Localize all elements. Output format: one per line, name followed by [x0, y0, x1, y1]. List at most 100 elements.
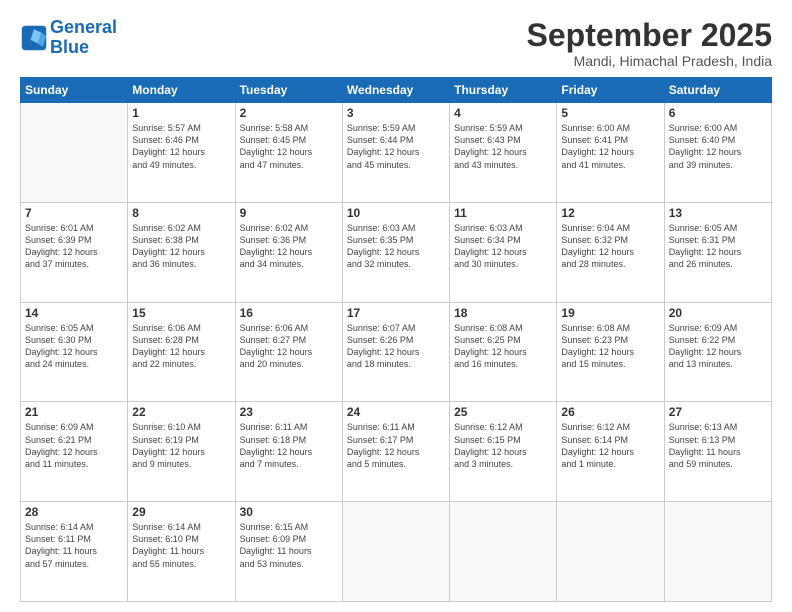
day-info: Sunrise: 6:07 AM Sunset: 6:26 PM Dayligh… [347, 322, 445, 371]
day-cell: 23 Sunrise: 6:11 AM Sunset: 6:18 PM Dayli… [235, 402, 342, 502]
day-info: Sunrise: 6:08 AM Sunset: 6:25 PM Dayligh… [454, 322, 552, 371]
day-cell: 8 Sunrise: 6:02 AM Sunset: 6:38 PM Daylig… [128, 202, 235, 302]
weekday-header-tuesday: Tuesday [235, 78, 342, 103]
day-info: Sunrise: 6:09 AM Sunset: 6:22 PM Dayligh… [669, 322, 767, 371]
day-number: 10 [347, 206, 445, 220]
logo-text: General Blue [50, 18, 117, 58]
day-info: Sunrise: 6:00 AM Sunset: 6:41 PM Dayligh… [561, 122, 659, 171]
day-number: 28 [25, 505, 123, 519]
header: General Blue September 2025 Mandi, Himac… [20, 18, 772, 69]
title-block: September 2025 Mandi, Himachal Pradesh, … [527, 18, 772, 69]
day-cell [557, 502, 664, 602]
day-number: 27 [669, 405, 767, 419]
day-info: Sunrise: 6:02 AM Sunset: 6:38 PM Dayligh… [132, 222, 230, 271]
day-cell: 17 Sunrise: 6:07 AM Sunset: 6:26 PM Dayli… [342, 302, 449, 402]
day-number: 26 [561, 405, 659, 419]
day-number: 12 [561, 206, 659, 220]
day-number: 25 [454, 405, 552, 419]
day-info: Sunrise: 5:59 AM Sunset: 6:44 PM Dayligh… [347, 122, 445, 171]
day-cell: 29 Sunrise: 6:14 AM Sunset: 6:10 PM Dayli… [128, 502, 235, 602]
day-number: 3 [347, 106, 445, 120]
day-info: Sunrise: 6:14 AM Sunset: 6:11 PM Dayligh… [25, 521, 123, 570]
day-cell [450, 502, 557, 602]
day-number: 5 [561, 106, 659, 120]
day-cell: 10 Sunrise: 6:03 AM Sunset: 6:35 PM Dayli… [342, 202, 449, 302]
day-info: Sunrise: 6:03 AM Sunset: 6:35 PM Dayligh… [347, 222, 445, 271]
day-number: 21 [25, 405, 123, 419]
day-cell: 27 Sunrise: 6:13 AM Sunset: 6:13 PM Dayli… [664, 402, 771, 502]
day-info: Sunrise: 6:11 AM Sunset: 6:17 PM Dayligh… [347, 421, 445, 470]
day-cell: 19Sunrise: 6:08 AM Sunset: 6:23 PM Dayli… [557, 302, 664, 402]
day-info: Sunrise: 6:03 AM Sunset: 6:34 PM Dayligh… [454, 222, 552, 271]
day-info: Sunrise: 6:09 AM Sunset: 6:21 PM Dayligh… [25, 421, 123, 470]
day-cell: 28 Sunrise: 6:14 AM Sunset: 6:11 PM Dayli… [21, 502, 128, 602]
day-number: 22 [132, 405, 230, 419]
week-row-1: 1 Sunrise: 5:57 AM Sunset: 6:46 PM Daylig… [21, 103, 772, 203]
day-number: 23 [240, 405, 338, 419]
day-cell: 2 Sunrise: 5:58 AM Sunset: 6:45 PM Daylig… [235, 103, 342, 203]
day-number: 17 [347, 306, 445, 320]
day-cell: 3 Sunrise: 5:59 AM Sunset: 6:44 PM Daylig… [342, 103, 449, 203]
day-info: Sunrise: 5:57 AM Sunset: 6:46 PM Dayligh… [132, 122, 230, 171]
day-info: Sunrise: 6:14 AM Sunset: 6:10 PM Dayligh… [132, 521, 230, 570]
weekday-header-monday: Monday [128, 78, 235, 103]
day-cell: 5 Sunrise: 6:00 AM Sunset: 6:41 PM Daylig… [557, 103, 664, 203]
day-number: 20 [669, 306, 767, 320]
day-cell [21, 103, 128, 203]
day-info: Sunrise: 6:12 AM Sunset: 6:14 PM Dayligh… [561, 421, 659, 470]
week-row-4: 21 Sunrise: 6:09 AM Sunset: 6:21 PM Dayli… [21, 402, 772, 502]
day-info: Sunrise: 6:00 AM Sunset: 6:40 PM Dayligh… [669, 122, 767, 171]
day-number: 14 [25, 306, 123, 320]
weekday-header-friday: Friday [557, 78, 664, 103]
weekday-header-saturday: Saturday [664, 78, 771, 103]
day-cell: 24 Sunrise: 6:11 AM Sunset: 6:17 PM Dayli… [342, 402, 449, 502]
day-number: 4 [454, 106, 552, 120]
day-number: 1 [132, 106, 230, 120]
day-number: 8 [132, 206, 230, 220]
day-info: Sunrise: 5:58 AM Sunset: 6:45 PM Dayligh… [240, 122, 338, 171]
day-info: Sunrise: 6:12 AM Sunset: 6:15 PM Dayligh… [454, 421, 552, 470]
day-info: Sunrise: 6:01 AM Sunset: 6:39 PM Dayligh… [25, 222, 123, 271]
day-cell: 30Sunrise: 6:15 AM Sunset: 6:09 PM Dayli… [235, 502, 342, 602]
day-cell: 18Sunrise: 6:08 AM Sunset: 6:25 PM Dayli… [450, 302, 557, 402]
day-cell: 20 Sunrise: 6:09 AM Sunset: 6:22 PM Dayli… [664, 302, 771, 402]
day-number: 11 [454, 206, 552, 220]
day-cell: 15 Sunrise: 6:06 AM Sunset: 6:28 PM Dayli… [128, 302, 235, 402]
day-cell: 1 Sunrise: 5:57 AM Sunset: 6:46 PM Daylig… [128, 103, 235, 203]
weekday-header-sunday: Sunday [21, 78, 128, 103]
day-info: Sunrise: 6:02 AM Sunset: 6:36 PM Dayligh… [240, 222, 338, 271]
day-number: 24 [347, 405, 445, 419]
day-cell: 14 Sunrise: 6:05 AM Sunset: 6:30 PM Dayli… [21, 302, 128, 402]
day-cell: 16 Sunrise: 6:06 AM Sunset: 6:27 PM Dayli… [235, 302, 342, 402]
day-number: 13 [669, 206, 767, 220]
calendar: SundayMondayTuesdayWednesdayThursdayFrid… [20, 77, 772, 602]
day-cell: 22 Sunrise: 6:10 AM Sunset: 6:19 PM Dayli… [128, 402, 235, 502]
logo-icon [20, 24, 48, 52]
day-cell: 7 Sunrise: 6:01 AM Sunset: 6:39 PM Daylig… [21, 202, 128, 302]
day-cell: 9 Sunrise: 6:02 AM Sunset: 6:36 PM Daylig… [235, 202, 342, 302]
month-title: September 2025 [527, 18, 772, 53]
day-cell: 11 Sunrise: 6:03 AM Sunset: 6:34 PM Dayli… [450, 202, 557, 302]
day-cell: 6Sunrise: 6:00 AM Sunset: 6:40 PM Daylig… [664, 103, 771, 203]
week-row-5: 28 Sunrise: 6:14 AM Sunset: 6:11 PM Dayli… [21, 502, 772, 602]
day-cell: 4Sunrise: 5:59 AM Sunset: 6:43 PM Daylig… [450, 103, 557, 203]
day-number: 15 [132, 306, 230, 320]
day-number: 2 [240, 106, 338, 120]
day-info: Sunrise: 6:11 AM Sunset: 6:18 PM Dayligh… [240, 421, 338, 470]
page: General Blue September 2025 Mandi, Himac… [0, 0, 792, 612]
day-cell [664, 502, 771, 602]
day-number: 9 [240, 206, 338, 220]
day-number: 29 [132, 505, 230, 519]
day-info: Sunrise: 6:05 AM Sunset: 6:30 PM Dayligh… [25, 322, 123, 371]
day-number: 16 [240, 306, 338, 320]
day-cell: 26 Sunrise: 6:12 AM Sunset: 6:14 PM Dayli… [557, 402, 664, 502]
day-info: Sunrise: 6:06 AM Sunset: 6:28 PM Dayligh… [132, 322, 230, 371]
day-number: 7 [25, 206, 123, 220]
day-info: Sunrise: 6:08 AM Sunset: 6:23 PM Dayligh… [561, 322, 659, 371]
day-info: Sunrise: 6:10 AM Sunset: 6:19 PM Dayligh… [132, 421, 230, 470]
day-cell: 25 Sunrise: 6:12 AM Sunset: 6:15 PM Dayli… [450, 402, 557, 502]
day-info: Sunrise: 6:13 AM Sunset: 6:13 PM Dayligh… [669, 421, 767, 470]
day-info: Sunrise: 6:05 AM Sunset: 6:31 PM Dayligh… [669, 222, 767, 271]
day-info: Sunrise: 6:06 AM Sunset: 6:27 PM Dayligh… [240, 322, 338, 371]
day-info: Sunrise: 6:04 AM Sunset: 6:32 PM Dayligh… [561, 222, 659, 271]
